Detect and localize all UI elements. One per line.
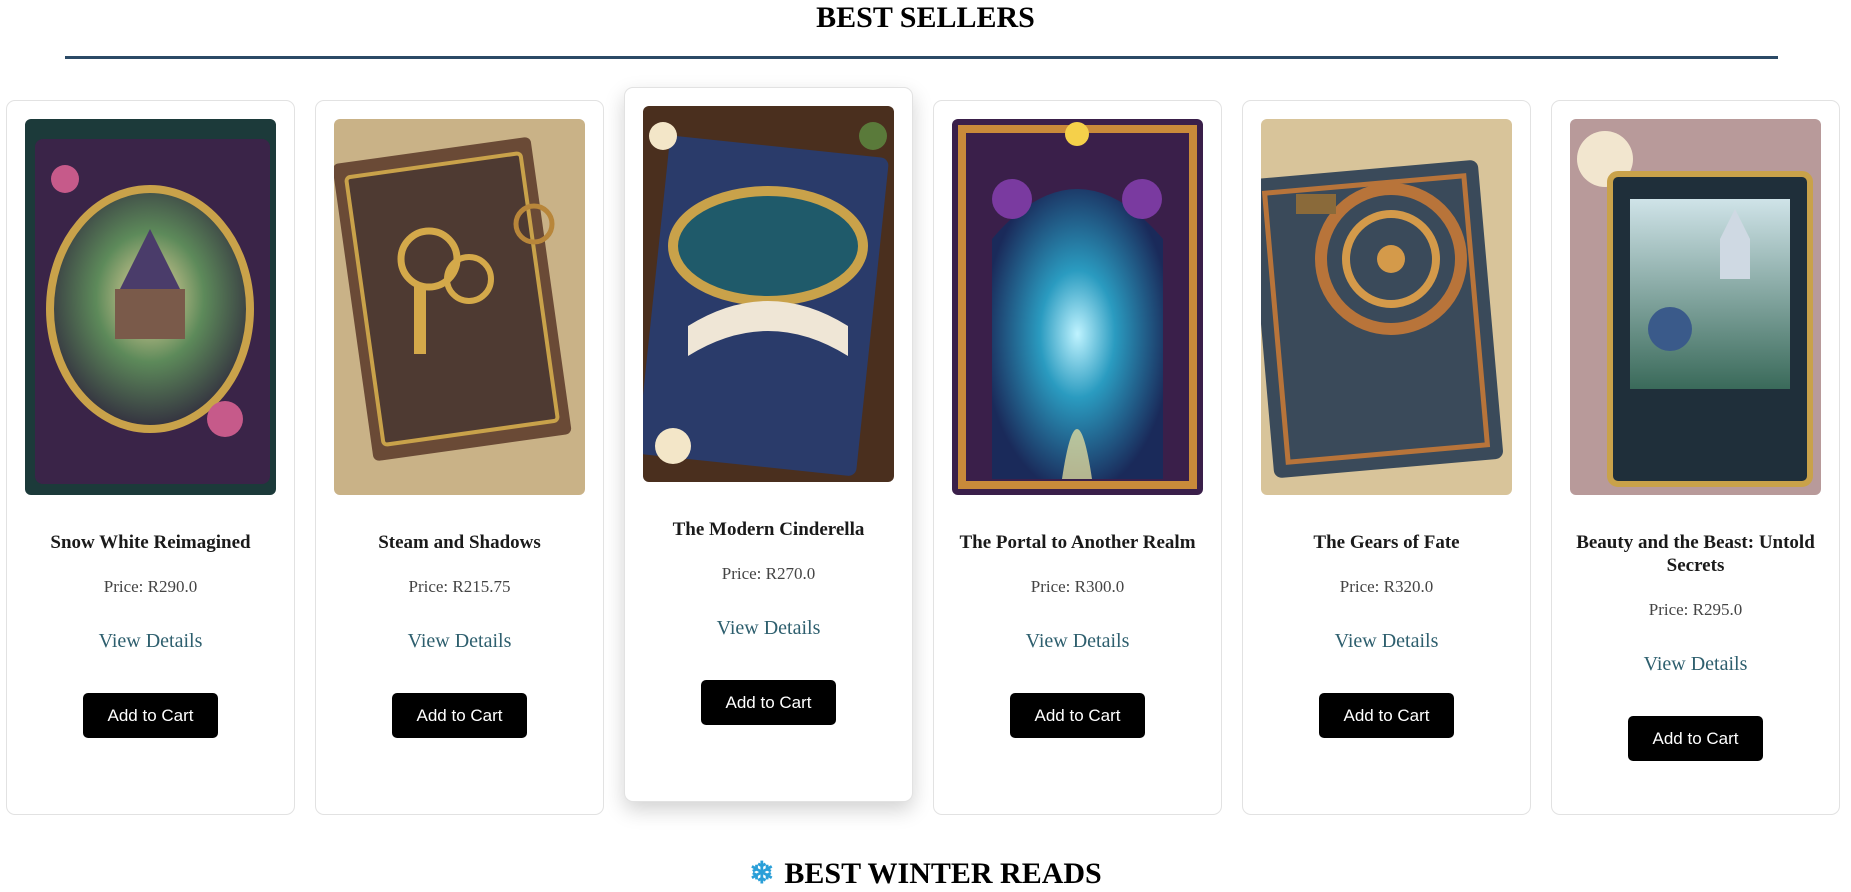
add-to-cart-button[interactable]: Add to Cart [701,680,836,725]
book-cover-image[interactable] [25,119,276,495]
heading-divider [65,56,1778,59]
best-sellers-carousel: Snow White Reimagined Price: R290.0 View… [6,87,1846,820]
book-card: Snow White Reimagined Price: R290.0 View… [6,100,295,815]
book-price: Price: R300.0 [1030,577,1125,596]
book-card: Steam and Shadows Price: R215.75 View De… [315,100,604,815]
view-details-link[interactable]: View Details [1552,652,1839,676]
book-cover-image[interactable] [952,119,1203,495]
book-title: Snow White Reimagined [50,532,251,553]
snowflake-icon: ❄ [749,857,775,890]
add-to-cart-button[interactable]: Add to Cart [392,693,527,738]
book-card: The Portal to Another Realm Price: R300.… [933,100,1222,815]
book-price: Price: R295.0 [1648,600,1743,619]
book-card: Beauty and the Beast: Untold Secrets Pri… [1551,100,1840,815]
view-details-link[interactable]: View Details [934,629,1221,653]
book-cover-image[interactable] [334,119,585,495]
book-price: Price: R290.0 [103,577,198,596]
add-to-cart-button[interactable]: Add to Cart [83,693,218,738]
book-card: The Modern Cinderella Price: R270.0 View… [624,87,913,802]
best-sellers-heading: BEST SELLERS [816,1,1035,34]
book-title: The Portal to Another Realm [959,532,1196,553]
add-to-cart-button[interactable]: Add to Cart [1010,693,1145,738]
book-cover-image[interactable] [1261,119,1512,495]
winter-heading-label: BEST WINTER READS [784,857,1102,890]
book-cover-image[interactable] [1570,119,1821,495]
add-to-cart-button[interactable]: Add to Cart [1319,693,1454,738]
book-title: The Modern Cinderella [672,519,865,540]
best-winter-reads-heading: ❄ BEST WINTER READS [0,856,1851,892]
book-cover-image[interactable] [643,106,894,482]
view-details-link[interactable]: View Details [316,629,603,653]
book-card: The Gears of Fate Price: R320.0 View Det… [1242,100,1531,815]
book-title: Beauty and the Beast: Untold Secrets [1576,532,1815,576]
book-price: Price: R270.0 [721,564,816,583]
view-details-link[interactable]: View Details [1243,629,1530,653]
book-title: The Gears of Fate [1313,532,1460,553]
book-price: Price: R320.0 [1339,577,1434,596]
view-details-link[interactable]: View Details [7,629,294,653]
book-title: Steam and Shadows [378,532,541,553]
view-details-link[interactable]: View Details [625,616,912,640]
add-to-cart-button[interactable]: Add to Cart [1628,716,1763,761]
book-price: Price: R215.75 [408,577,511,596]
